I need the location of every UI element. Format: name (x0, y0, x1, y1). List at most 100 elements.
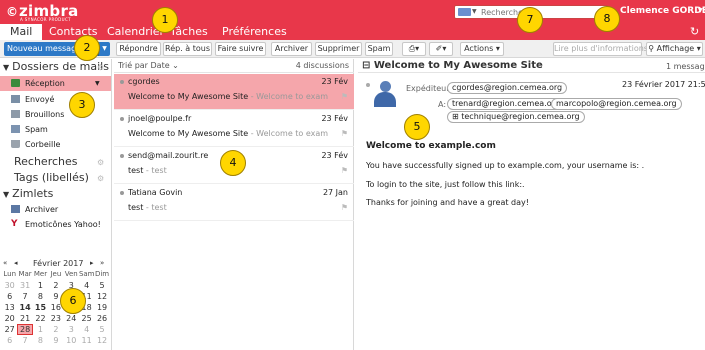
annotation-marker: 7 (517, 7, 543, 33)
unread-dot[interactable] (120, 117, 124, 121)
mail-folders-header[interactable]: ▼ Dossiers de mails (3, 60, 109, 73)
calendar-day[interactable]: 6 (2, 335, 17, 346)
read-more-button[interactable]: Lire plus d'informations (553, 42, 648, 56)
view-menu-button[interactable]: ⚲ Affichage ▾ (646, 42, 703, 56)
calendar-day[interactable]: 2 (48, 280, 63, 291)
unread-dot[interactable] (120, 80, 124, 84)
tab-preferences[interactable]: Préférences (222, 24, 287, 40)
zimbra-logo-icon: © (6, 5, 18, 19)
flag-icon[interactable]: ⚑ (341, 166, 348, 175)
calendar-day[interactable]: 19 (94, 302, 109, 313)
chevron-down-icon[interactable]: ▼ (95, 76, 100, 91)
search-input[interactable] (481, 7, 605, 18)
zimbra-logo[interactable]: © zimbra A SYNACOR PRODUCT (6, 2, 126, 22)
calendar-day[interactable]: 7 (17, 291, 32, 302)
calendar-day[interactable]: 5 (94, 324, 109, 335)
archive-button[interactable]: Archiver (271, 42, 312, 56)
calendar-day[interactable]: 13 (2, 302, 17, 313)
prev-year-icon[interactable]: « (3, 259, 7, 267)
collapse-icon[interactable]: ⊟ (362, 60, 370, 71)
annotation-marker: 4 (220, 150, 246, 176)
folder-label: Réception (25, 79, 65, 88)
forward-button[interactable]: Faire suivre (215, 42, 266, 56)
flag-icon[interactable]: ⚑ (341, 92, 348, 101)
calendar-day[interactable]: 11 (79, 335, 94, 346)
folder-spam[interactable]: Spam (0, 122, 111, 137)
unread-dot[interactable] (120, 154, 124, 158)
folder-trash[interactable]: Corbeille (0, 137, 111, 152)
from-address[interactable]: cgordes@region.cemea.org (447, 82, 568, 94)
gear-icon[interactable]: ⚙ (97, 158, 104, 167)
to-address-expandable[interactable]: ⊞ technique@region.cemea.org (447, 111, 585, 123)
reply-button[interactable]: Répondre (116, 42, 161, 56)
searches-header[interactable]: Recherches (14, 155, 78, 168)
search-type-icon[interactable] (458, 8, 471, 16)
print-menu-button[interactable]: ⎙▾ (402, 42, 426, 56)
calendar-grid: LunMarMerJeuVenSamDim3031123456789101112… (2, 269, 110, 346)
folder-drafts[interactable]: Brouillons (0, 107, 111, 122)
message-row[interactable]: jnoel@poulpe.fr 23 Fév Welcome to My Aweso… (114, 111, 354, 147)
chevron-down-icon[interactable]: ▼ (472, 8, 477, 15)
zimlet-archive[interactable]: Archiver (0, 202, 111, 217)
calendar-day[interactable]: 31 (17, 280, 32, 291)
calendar-day[interactable]: 1 (33, 324, 48, 335)
calendar-day[interactable]: 4 (79, 280, 94, 291)
calendar-day[interactable]: 12 (94, 291, 109, 302)
calendar-day[interactable]: 21 (17, 313, 32, 324)
unread-dot[interactable] (120, 191, 124, 195)
next-year-icon[interactable]: » (100, 259, 104, 267)
calendar-day[interactable]: 15 (33, 302, 48, 313)
user-chevron-icon[interactable]: ▼ (698, 7, 703, 14)
trash-icon (11, 140, 20, 148)
gear-icon[interactable]: ⚙ (97, 174, 104, 183)
spam-button[interactable]: Spam (365, 42, 393, 56)
folder-label: Corbeille (25, 140, 61, 149)
tab-mail[interactable]: Mail (0, 24, 43, 40)
prev-month-icon[interactable]: ◂ (14, 259, 18, 267)
user-menu[interactable]: Clemence GORDES (620, 6, 705, 16)
calendar-day[interactable]: 25 (79, 313, 94, 324)
calendar-day[interactable]: 22 (33, 313, 48, 324)
delete-button[interactable]: Supprimer (315, 42, 362, 56)
to-address[interactable]: trenard@region.cemea.org (447, 98, 565, 110)
calendar-day[interactable]: 26 (94, 313, 109, 324)
calendar-day[interactable]: 2 (48, 324, 63, 335)
zimlets-header[interactable]: ▼ Zimlets (3, 187, 53, 200)
folder-inbox[interactable]: Réception ▼ (0, 76, 111, 91)
message-title-text: Welcome to My Awesome Site (373, 60, 543, 71)
message-row[interactable]: Tatiana Govin 27 Jan test - test ⚑ (114, 185, 354, 221)
calendar-day[interactable]: 23 (48, 313, 63, 324)
gear-icon[interactable]: ⚙ (97, 63, 104, 72)
calendar-day[interactable]: 12 (94, 335, 109, 346)
flag-icon[interactable]: ⚑ (341, 203, 348, 212)
calendar-day[interactable]: 20 (2, 313, 17, 324)
calendar-day[interactable]: 27 (2, 324, 17, 335)
calendar-day[interactable]: 5 (94, 280, 109, 291)
zimlet-label: Emoticônes Yahoo! (25, 220, 101, 229)
zimlet-yahoo-emoticons[interactable]: Y Emoticônes Yahoo! (0, 217, 111, 232)
next-month-icon[interactable]: ▸ (90, 259, 94, 267)
calendar-day[interactable]: 3 (64, 324, 79, 335)
calendar-day[interactable]: 7 (17, 335, 32, 346)
calendar-day[interactable]: 9 (48, 335, 63, 346)
calendar-day[interactable]: 28 (17, 324, 33, 335)
calendar-day[interactable]: 6 (2, 291, 17, 302)
flag-icon[interactable]: ⚑ (341, 129, 348, 138)
calendar-day[interactable]: 1 (33, 280, 48, 291)
calendar-day[interactable]: 10 (64, 335, 79, 346)
to-address[interactable]: marcopolo@region.cemea.org (551, 98, 682, 110)
refresh-icon[interactable]: ↻ (690, 25, 699, 38)
calendar-day[interactable]: 8 (33, 291, 48, 302)
tag-menu-button[interactable]: ✐▾ (429, 42, 453, 56)
message-date: 23 Fév (321, 77, 348, 86)
message-row[interactable]: cgordes 23 Fév Welcome to My Awesome Site … (114, 74, 354, 110)
calendar-day[interactable]: 24 (64, 313, 79, 324)
calendar-day[interactable]: 14 (17, 302, 32, 313)
reply-all-button[interactable]: Rép. à tous (163, 42, 212, 56)
actions-menu-button[interactable]: Actions ▾ (460, 42, 504, 56)
tags-header[interactable]: Tags (libellés) (14, 171, 89, 184)
sort-control[interactable]: Trié par Date ⌄ (118, 59, 179, 73)
calendar-day[interactable]: 30 (2, 280, 17, 291)
calendar-day[interactable]: 4 (79, 324, 94, 335)
calendar-day[interactable]: 8 (33, 335, 48, 346)
